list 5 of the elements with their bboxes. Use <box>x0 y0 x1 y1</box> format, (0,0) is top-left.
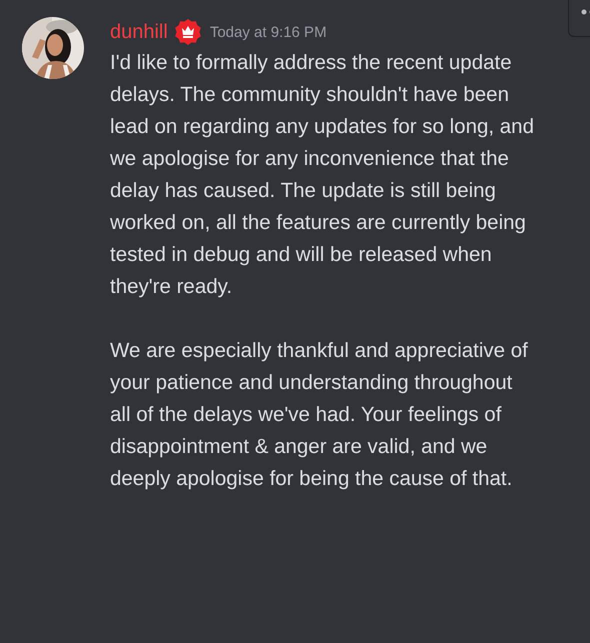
message-paragraph: I'd like to formally address the recent update delays. The community shouldn't have been lead on regarding any updates for so long, and we apologise for any inconvenience that the delay has caused. The update is still being worked on, all the features are currently being tested in debug and will be released when they're ready. <box>110 50 535 300</box>
author-name[interactable]: dunhill <box>110 20 168 44</box>
timestamp: Today at 9:16 PM <box>210 24 327 40</box>
message-paragraph: We are especially thankful and appreciative of your patience and understanding throughout all of the delays we've had. Your feelings of disappointment & anger are valid, and we deeply apologise for being the cause of that. <box>110 338 529 492</box>
crown-icon <box>174 18 202 46</box>
